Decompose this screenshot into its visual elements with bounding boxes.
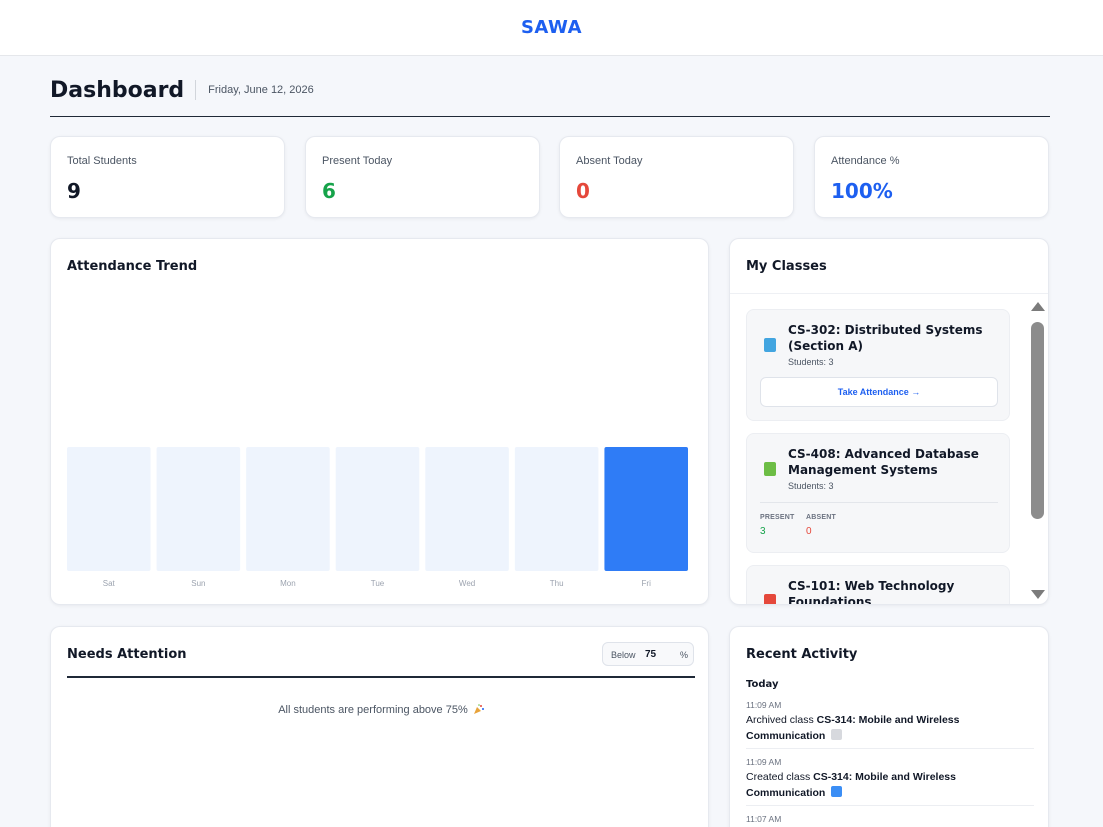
red-book-icon bbox=[764, 594, 776, 604]
brand-logo[interactable]: SAWA bbox=[521, 17, 582, 38]
blue-book-icon bbox=[764, 338, 776, 352]
x-tick-label: Fri bbox=[642, 579, 652, 588]
card-title: Needs Attention bbox=[67, 647, 187, 662]
activity-text: Created class CS-314: Mobile and Wireles… bbox=[746, 769, 1034, 801]
stat-value: 9 bbox=[67, 179, 81, 203]
card-title: My Classes bbox=[746, 259, 827, 274]
threshold-control: Below % bbox=[602, 642, 694, 666]
bar-track bbox=[246, 447, 330, 571]
empty-state: All students are performing above 75% bbox=[51, 704, 711, 716]
divider bbox=[760, 502, 998, 503]
scroll-down-arrow-icon[interactable] bbox=[1031, 590, 1045, 599]
class-students: Students: 3 bbox=[788, 357, 834, 367]
divider bbox=[67, 676, 695, 678]
stat-label: Absent Today bbox=[576, 155, 643, 167]
page-title: Dashboard bbox=[50, 77, 185, 103]
stat-value: 6 bbox=[322, 179, 336, 203]
class-name[interactable]: CS-302: Distributed Systems (Section A) bbox=[788, 323, 988, 354]
x-tick-label: Sun bbox=[191, 579, 205, 588]
stat-label: Attendance % bbox=[831, 155, 900, 167]
recent-activity-card: Recent Activity Today 11:09 AM Archived … bbox=[729, 626, 1049, 827]
scroll-thumb[interactable] bbox=[1031, 322, 1044, 519]
bar-track bbox=[335, 447, 420, 571]
absent-count: 0 bbox=[806, 526, 812, 537]
absent-label: ABSENT bbox=[806, 514, 836, 521]
stat-card-attendance-percent: Attendance % 100% bbox=[814, 136, 1049, 218]
class-card[interactable]: CS-302: Distributed Systems (Section A) … bbox=[746, 309, 1010, 421]
green-book-icon bbox=[764, 462, 776, 476]
card-title: Recent Activity bbox=[746, 647, 858, 662]
activity-time: 11:09 AM bbox=[746, 700, 782, 710]
bar-track bbox=[67, 447, 151, 571]
activity-item: 11:07 AM bbox=[746, 814, 1034, 824]
class-name[interactable]: CS-101: Web Technology Foundations bbox=[788, 579, 988, 604]
bar-track bbox=[425, 447, 509, 571]
activity-action: Created class bbox=[746, 771, 811, 783]
x-tick-label: Sat bbox=[103, 579, 116, 588]
my-classes-card: My Classes CS-302: Distributed Systems (… bbox=[729, 238, 1049, 605]
scrollbar[interactable] bbox=[1028, 294, 1048, 604]
new-icon bbox=[831, 786, 843, 797]
class-card[interactable]: CS-101: Web Technology Foundations bbox=[746, 565, 1010, 604]
attendance-trend-chart: Sat Sun Mon Tue Wed Thu Fri bbox=[67, 447, 688, 588]
classes-list[interactable]: CS-302: Distributed Systems (Section A) … bbox=[730, 294, 1028, 604]
attendance-trend-card: Attendance Trend Sat Sun Mon Tue Wed Thu Fri bbox=[50, 238, 709, 605]
header-separator bbox=[195, 80, 197, 100]
x-tick-label: Wed bbox=[459, 579, 475, 588]
divider bbox=[746, 748, 1034, 749]
page-header: Dashboard Friday, June 12, 2026 bbox=[50, 74, 1050, 117]
stat-label: Present Today bbox=[322, 155, 393, 167]
bar-fri[interactable] bbox=[604, 447, 688, 571]
activity-item: 11:09 AM Archived class CS-314: Mobile a… bbox=[746, 700, 1034, 744]
trash-icon bbox=[831, 729, 843, 740]
activity-text: Archived class CS-314: Mobile and Wirele… bbox=[746, 712, 1034, 744]
stat-card-total-students: Total Students 9 bbox=[50, 136, 285, 218]
party-popper-icon bbox=[473, 704, 484, 714]
activity-group-label: Today bbox=[746, 679, 779, 690]
top-bar: SAWA bbox=[0, 0, 1103, 56]
stat-label: Total Students bbox=[67, 155, 137, 167]
threshold-input[interactable] bbox=[641, 646, 675, 662]
needs-attention-card: Needs Attention Below % All students are… bbox=[50, 626, 709, 827]
stat-card-absent-today: Absent Today 0 bbox=[559, 136, 794, 218]
present-label: PRESENT bbox=[760, 514, 795, 521]
class-name[interactable]: CS-408: Advanced Database Management Sys… bbox=[788, 447, 988, 478]
bar-track bbox=[514, 447, 599, 571]
x-tick-label: Tue bbox=[371, 579, 385, 588]
x-tick-label: Mon bbox=[280, 579, 296, 588]
threshold-unit: % bbox=[680, 650, 689, 660]
activity-time: 11:07 AM bbox=[746, 814, 782, 824]
stat-value: 100% bbox=[831, 179, 893, 203]
divider bbox=[746, 805, 1034, 806]
page-date: Friday, June 12, 2026 bbox=[208, 84, 314, 96]
x-tick-label: Thu bbox=[550, 579, 564, 588]
scroll-up-arrow-icon[interactable] bbox=[1031, 302, 1045, 311]
activity-item: 11:09 AM Created class CS-314: Mobile an… bbox=[746, 757, 1034, 801]
threshold-label: Below bbox=[611, 650, 636, 660]
class-students: Students: 3 bbox=[788, 481, 834, 491]
take-attendance-button[interactable]: Take Attendance → bbox=[760, 377, 998, 407]
stat-card-present-today: Present Today 6 bbox=[305, 136, 540, 218]
stat-value: 0 bbox=[576, 179, 590, 203]
class-card[interactable]: CS-408: Advanced Database Management Sys… bbox=[746, 433, 1010, 553]
activity-time: 11:09 AM bbox=[746, 757, 782, 767]
activity-action: Archived class bbox=[746, 714, 814, 726]
bar-track bbox=[156, 447, 241, 571]
empty-state-message: All students are performing above 75% bbox=[278, 704, 468, 716]
present-count: 3 bbox=[760, 526, 766, 537]
